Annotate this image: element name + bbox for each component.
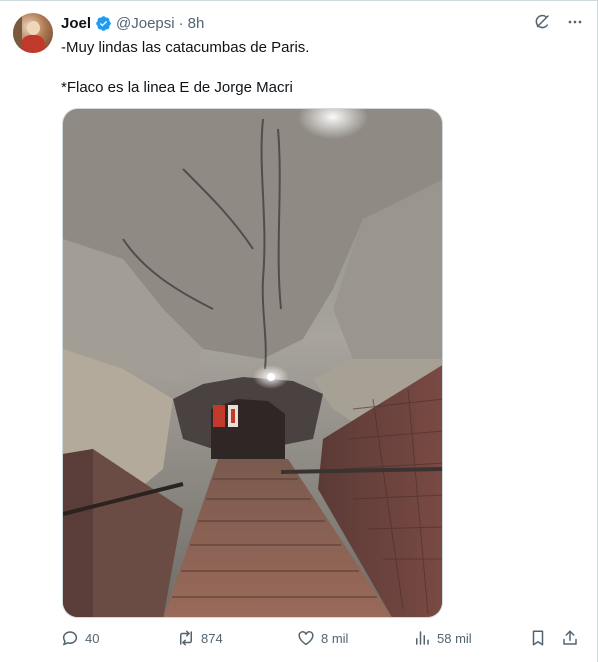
views-count: 58 mil [437, 630, 472, 646]
tweet-text-line-1: -Muy lindas las catacumbas de Paris. [61, 39, 310, 56]
author-avatar[interactable] [13, 13, 53, 53]
author-handle[interactable]: @Joepsi [116, 15, 175, 32]
repost-icon [177, 629, 195, 647]
grok-icon[interactable] [533, 13, 551, 31]
post-time[interactable]: 8h [188, 15, 205, 32]
header-separator: · [178, 14, 184, 32]
heart-icon [297, 629, 315, 647]
views-button[interactable]: 58 mil [413, 629, 472, 647]
action-bar: 40 874 8 mil 58 mil [61, 629, 583, 653]
share-icon [561, 629, 579, 647]
verified-badge-icon [95, 15, 112, 32]
more-dots-icon[interactable] [567, 14, 583, 30]
repost-button[interactable]: 874 [177, 629, 223, 647]
tweet-photo[interactable] [62, 108, 443, 618]
tweet-text: -Muy lindas las catacumbas de Paris. *Fl… [61, 38, 581, 98]
reply-icon [61, 629, 79, 647]
bookmark-icon [529, 629, 547, 647]
top-actions [533, 13, 583, 31]
reply-button[interactable]: 40 [61, 629, 99, 647]
author-name[interactable]: Joel [61, 15, 91, 32]
tweet-text-line-2: *Flaco es la linea E de Jorge Macri [61, 79, 293, 96]
bookmark-button[interactable] [529, 629, 547, 647]
repost-count: 874 [201, 630, 223, 646]
like-count: 8 mil [321, 630, 349, 646]
reply-count: 40 [85, 630, 100, 646]
tweet-header: Joel @Joepsi · 8h [61, 13, 204, 33]
like-button[interactable]: 8 mil [297, 629, 348, 647]
tweet-card[interactable]: Joel @Joepsi · 8h -Muy lindas las catacu… [0, 0, 598, 662]
share-button[interactable] [561, 629, 579, 647]
views-chart-icon [413, 629, 431, 647]
